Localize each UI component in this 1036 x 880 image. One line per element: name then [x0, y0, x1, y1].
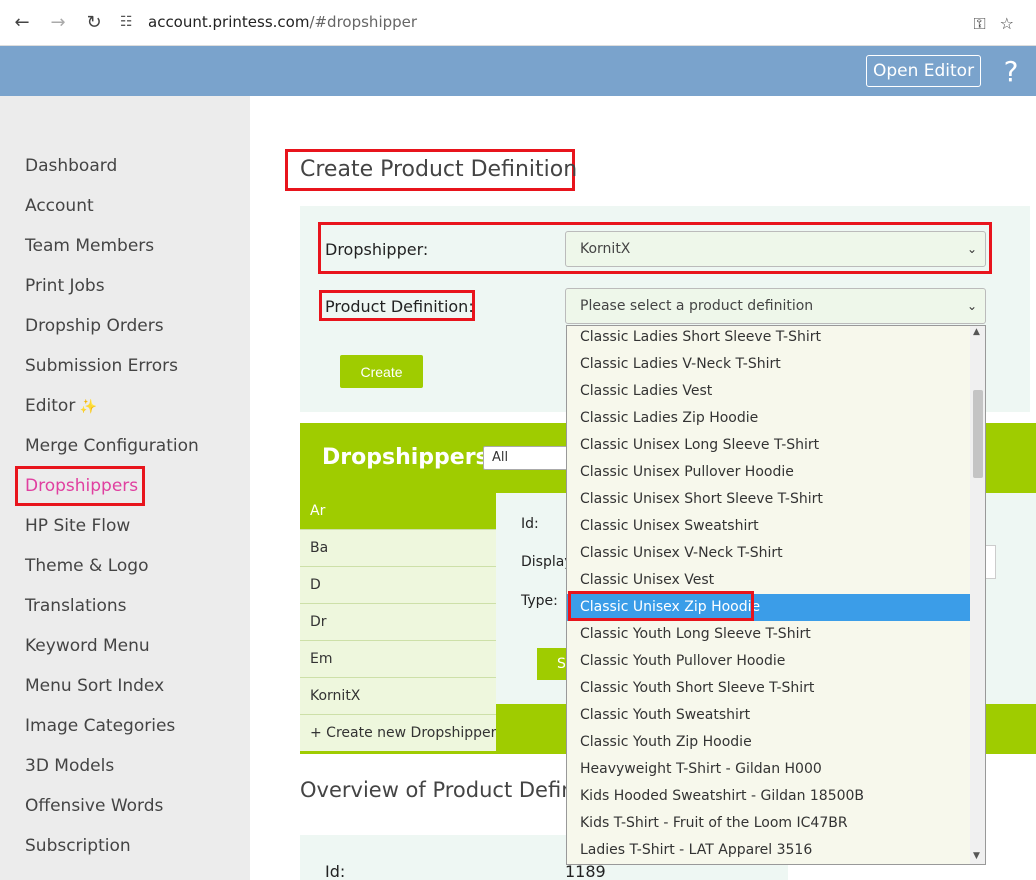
dropdown-option[interactable]: Heavyweight T-Shirt - Gildan H000	[567, 756, 971, 783]
chevron-down-icon: ⌄	[966, 242, 977, 256]
sidebar-item-label: Editor	[25, 396, 76, 416]
dropshipper-row[interactable]: D	[300, 567, 496, 604]
create-new-dropshipper-link[interactable]: + Create new Dropshipper	[300, 715, 496, 752]
dropdown-option[interactable]: Classic Unisex V-Neck T-Shirt	[567, 540, 971, 567]
sidebar-item-label: Print Jobs	[25, 276, 105, 296]
sidebar-item-image-categories[interactable]: Image Categories	[25, 714, 175, 738]
sidebar-item-print-jobs[interactable]: Print Jobs	[25, 274, 105, 298]
help-icon[interactable]: ?	[998, 55, 1024, 88]
url-actions: ⚿ ☆	[973, 14, 1014, 34]
sidebar-item-submission-errors[interactable]: Submission Errors	[25, 354, 178, 378]
dropdown-option[interactable]: Classic Ladies Short Sleeve T-Shirt	[567, 326, 971, 351]
dropdown-option[interactable]: Classic Youth Pullover Hoodie	[567, 648, 971, 675]
sidebar-item-label: Image Categories	[25, 716, 176, 736]
sidebar-item-label: Account	[25, 196, 94, 216]
dropshipper-row[interactable]: Em	[300, 641, 496, 678]
site-settings-icon[interactable]: ☷	[120, 14, 148, 30]
reload-icon[interactable]: ↻	[80, 8, 108, 36]
open-editor-button[interactable]: Open Editor	[866, 55, 981, 87]
dropdown-scrollbar-thumb[interactable]	[973, 390, 983, 478]
detail-display-label: Display	[521, 554, 573, 570]
sidebar-item-theme-logo[interactable]: Theme & Logo	[25, 554, 148, 578]
product-def-select-value: Please select a product definition	[580, 298, 814, 314]
sidebar-item-dashboard[interactable]: Dashboard	[25, 154, 117, 178]
sidebar-item-label: Translations	[25, 596, 127, 616]
url-path: /#dropshipper	[309, 13, 418, 31]
page-title: Create Product Definition	[300, 157, 578, 182]
dropdown-option[interactable]: Classic Ladies Zip Hoodie	[567, 405, 971, 432]
dropdown-option[interactable]: Ladies T-Shirt - LAT Apparel 3516	[567, 837, 971, 864]
dropdown-option[interactable]: Classic Unisex Long Sleeve T-Shirt	[567, 432, 971, 459]
star-icon[interactable]: ☆	[1000, 14, 1014, 34]
sidebar-item-label: Submission Errors	[25, 356, 178, 376]
sidebar-item-label: Team Members	[25, 236, 155, 256]
display-name-input[interactable]	[986, 545, 996, 579]
selected-option-highlight	[568, 591, 754, 621]
sidebar-item-merge-configuration[interactable]: Merge Configuration	[25, 434, 199, 458]
overview-title: Overview of Product Defin	[300, 778, 575, 802]
overview-id-label: Id:	[325, 862, 346, 880]
scroll-up-icon[interactable]: ▲	[973, 327, 980, 337]
sidebar-item-editor[interactable]: Editor ✨	[25, 394, 97, 418]
chevron-down-icon: ⌄	[966, 299, 977, 313]
url-text[interactable]: account.printess.com/#dropshipper	[148, 13, 417, 31]
key-icon[interactable]: ⚿	[973, 14, 985, 34]
sidebar-item-label: HP Site Flow	[25, 516, 131, 536]
sidebar-item-label: Dashboard	[25, 156, 118, 176]
sidebar-item-label: 3D Models	[25, 756, 115, 776]
dropdown-option[interactable]: Classic Ladies Vest	[567, 378, 971, 405]
dropshipper-label: Dropshipper:	[325, 240, 429, 259]
url-bar[interactable]: ☷ account.printess.com/#dropshipper	[120, 6, 1020, 38]
sidebar-item-hp-site-flow[interactable]: HP Site Flow	[25, 514, 130, 538]
sidebar-item-account[interactable]: Account	[25, 194, 94, 218]
sidebar-item-dropship-orders[interactable]: Dropship Orders	[25, 314, 164, 338]
sidebar-item-label: Keyword Menu	[25, 636, 150, 656]
dropdown-option[interactable]: Classic Youth Long Sleeve T-Shirt	[567, 621, 971, 648]
app-header: Open Editor ?	[0, 46, 1036, 96]
dropdown-option[interactable]: Classic Youth Zip Hoodie	[567, 729, 971, 756]
browser-bar: ← → ↻ ☷ account.printess.com/#dropshippe…	[0, 0, 1036, 46]
dropdown-option[interactable]: Classic Unisex Pullover Hoodie	[567, 459, 971, 486]
sidebar-item-keyword-menu[interactable]: Keyword Menu	[25, 634, 150, 658]
back-arrow-icon[interactable]: ←	[8, 8, 36, 36]
forward-arrow-icon[interactable]: →	[44, 8, 72, 36]
sidebar-item-offensive-words[interactable]: Offensive Words	[25, 794, 163, 818]
sidebar-item-subscription[interactable]: Subscription	[25, 834, 131, 858]
dropshippers-highlight	[15, 466, 145, 506]
dropshippers-title: Dropshippers	[322, 445, 489, 470]
sidebar-item-translations[interactable]: Translations	[25, 594, 127, 618]
sidebar-item-3d-models[interactable]: 3D Models	[25, 754, 114, 778]
dropdown-option[interactable]: Classic Ladies V-Neck T-Shirt	[567, 351, 971, 378]
dropdown-option[interactable]: Classic Youth Short Sleeve T-Shirt	[567, 675, 971, 702]
dropdown-option[interactable]: Kids T-Shirt - Fruit of the Loom IC47BR	[567, 810, 971, 837]
dropshipper-row[interactable]: Dr	[300, 604, 496, 641]
dropshipper-select[interactable]: KornitX ⌄	[565, 231, 986, 267]
sidebar-item-label: Subscription	[25, 836, 131, 856]
sidebar-item-label: Dropship Orders	[25, 316, 164, 336]
sidebar-item-label: Offensive Words	[25, 796, 164, 816]
dropshippers-filter-select[interactable]: All	[483, 446, 573, 470]
magic-wand-icon: ✨	[75, 399, 98, 415]
sidebar-item-label: Merge Configuration	[25, 436, 199, 456]
detail-id-label: Id:	[521, 516, 539, 532]
dropdown-option[interactable]: Classic Unisex Vest	[567, 567, 971, 594]
dropshipper-row[interactable]: KornitX	[300, 678, 496, 715]
scroll-down-icon[interactable]: ▼	[973, 851, 980, 861]
dropshipper-row[interactable]: Ba	[300, 530, 496, 567]
detail-type-label: Type:	[521, 593, 558, 609]
sidebar-item-team-members[interactable]: Team Members	[25, 234, 154, 258]
dropshipper-select-value: KornitX	[580, 241, 631, 257]
sidebar-item-menu-sort-index[interactable]: Menu Sort Index	[25, 674, 164, 698]
dropdown-option[interactable]: Classic Youth Sweatshirt	[567, 702, 971, 729]
product-def-label: Product Definition:	[325, 297, 474, 316]
dropdown-option[interactable]: Classic Unisex Sweatshirt	[567, 513, 971, 540]
url-host: account.printess.com	[148, 13, 310, 31]
sidebar-item-label: Theme & Logo	[25, 556, 149, 576]
dropdown-option[interactable]: Classic Unisex Short Sleeve T-Shirt	[567, 486, 971, 513]
sidebar-item-label: Menu Sort Index	[25, 676, 165, 696]
product-def-select[interactable]: Please select a product definition ⌄	[565, 288, 986, 324]
dropdown-option[interactable]: Kids Hooded Sweatshirt - Gildan 18500B	[567, 783, 971, 810]
create-button[interactable]: Create	[340, 355, 423, 388]
dropshipper-row[interactable]: Ar	[300, 493, 496, 530]
